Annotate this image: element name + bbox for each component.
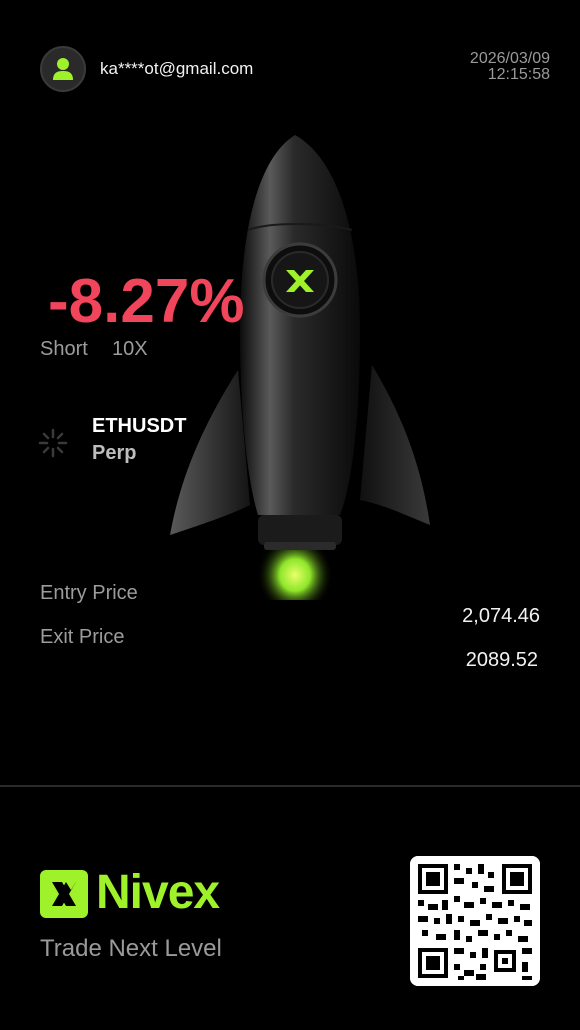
brand-tagline: Trade Next Level [40,935,222,962]
contract-type: Perp [92,442,137,464]
user-email: ka****ot@gmail.com [100,59,254,78]
divider [0,785,580,787]
trade-direction: Short [40,338,88,360]
entry-price-label: Entry Price [40,582,138,604]
qr-code[interactable] [410,856,540,986]
share-date: 2026/03/09 [469,50,550,67]
user-icon [53,58,73,80]
nivex-logo-icon [40,870,88,918]
exit-price-label: Exit Price [40,626,125,648]
trading-pair: ETHUSDT [92,415,187,437]
entry-price-value: 2,074.46 [462,605,540,627]
brand-name: Nivex [96,866,220,919]
share-time: 12:15:58 [487,66,550,83]
exit-price-value: 2089.52 [465,649,538,671]
spinner-icon [38,428,68,458]
share-timestamp: 2026/03/09 12:15:58 [470,51,550,83]
pnl-percentage: -8.27% [48,267,245,336]
trade-leverage: 10X [112,338,148,360]
rocket-illustration [170,135,430,600]
avatar [40,46,86,92]
